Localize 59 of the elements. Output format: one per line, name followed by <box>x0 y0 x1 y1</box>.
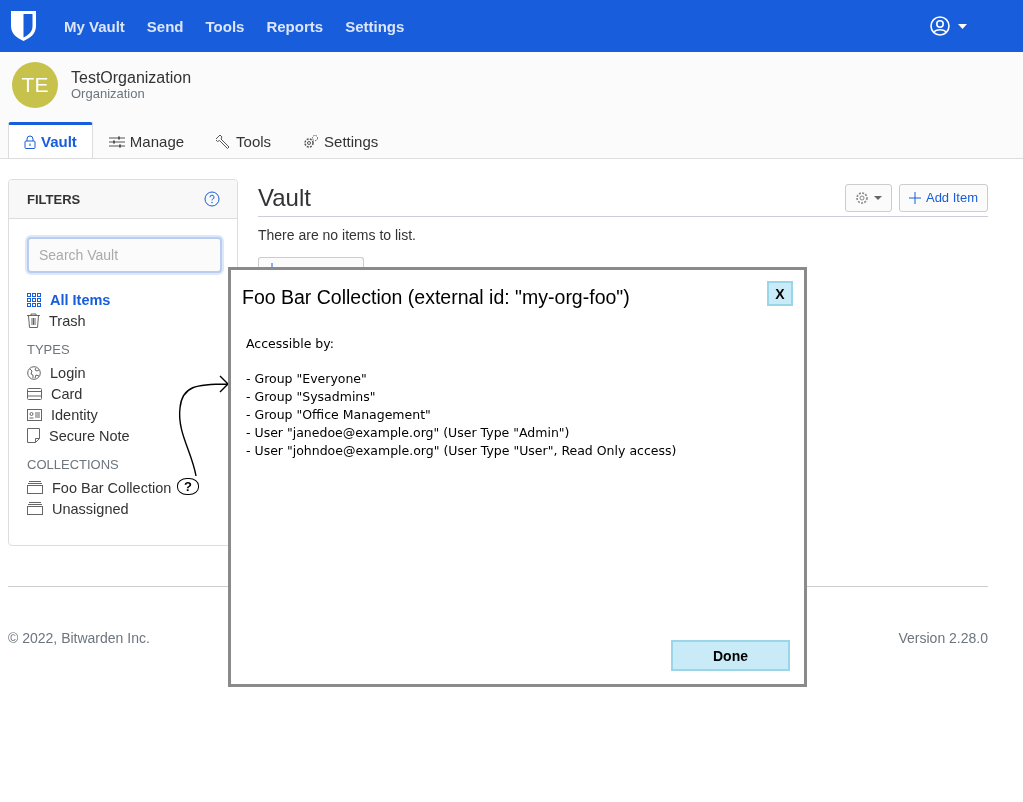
filter-item[interactable]: Unassigned <box>27 498 129 519</box>
gears-icon <box>303 134 320 149</box>
organization-name: TestOrganization <box>71 69 192 87</box>
tab[interactable]: Manage <box>92 122 201 158</box>
question-mark: ? <box>177 478 199 495</box>
tab[interactable]: Settings <box>287 122 395 158</box>
version-text: Version 2.28.0 <box>898 630 988 646</box>
access-entry: - User "johndoe@example.org" (User Type "User", Read Only access) <box>246 442 678 460</box>
note-icon <box>27 428 40 443</box>
filter-item[interactable]: Secure Note <box>27 425 130 446</box>
filter-item[interactable]: Identity <box>27 404 98 425</box>
section-heading: TYPES <box>27 342 71 357</box>
id-card-icon <box>27 408 42 421</box>
filters-title: FILTERS <box>27 191 81 207</box>
caret-icon <box>873 195 882 200</box>
filter-item[interactable]: Card <box>27 383 83 404</box>
trash-icon <box>27 313 40 328</box>
globe-icon <box>27 365 41 380</box>
empty-message: There are no items to list. <box>258 227 417 243</box>
copyright-text: © 2022, Bitwarden Inc. <box>8 630 150 646</box>
tab[interactable]: Tools <box>200 122 288 158</box>
add-item-button[interactable]: Add Item <box>898 183 988 212</box>
nav-link[interactable]: Send <box>146 17 184 35</box>
options-button[interactable] <box>844 183 892 212</box>
dialog-text: Accessible by: <box>246 335 335 353</box>
filter-item[interactable]: Login <box>27 362 86 383</box>
tab[interactable]: Vault <box>8 122 93 158</box>
card-icon <box>27 387 42 400</box>
done-button[interactable]: Done <box>671 640 790 671</box>
filter-item[interactable]: Foo Bar Collection <box>27 477 172 498</box>
nav-link[interactable]: Tools <box>205 17 245 35</box>
section-heading: COLLECTIONS <box>27 457 120 472</box>
account-menu[interactable] <box>930 16 967 36</box>
nav-link[interactable]: Settings <box>345 17 405 35</box>
close-button[interactable]: X <box>767 281 793 306</box>
gear-icon <box>854 190 869 205</box>
organization-label: Organization <box>71 87 146 101</box>
access-entry: - Group "Sysadmins" <box>246 388 377 406</box>
access-entry: - Group "Office Management" <box>246 406 432 424</box>
user-icon <box>930 16 950 36</box>
lock-icon <box>24 134 36 149</box>
help-icon <box>204 191 220 207</box>
access-entry: - Group "Everyone" <box>246 370 368 388</box>
filter-item[interactable]: All Items <box>27 289 111 310</box>
collection-icon <box>27 481 43 494</box>
organization-avatar: TE <box>12 62 58 108</box>
access-entry: - User "janedoe@example.org" (User Type "Admin") <box>246 424 571 442</box>
caret-icon <box>958 23 967 29</box>
filter-item[interactable]: Trash <box>27 310 86 331</box>
logo-icon <box>10 10 37 42</box>
sliders-icon <box>108 135 125 148</box>
nav-link[interactable]: My Vault <box>64 17 125 35</box>
search-field[interactable]: Search Vault <box>27 237 222 273</box>
grid-icon <box>27 292 41 307</box>
page-title: Vault <box>258 183 311 212</box>
collection-icon <box>27 502 43 515</box>
dialog-title: Foo Bar Collection (external id: "my-org-foo") <box>242 286 630 309</box>
wrench-icon <box>216 134 232 149</box>
nav-link[interactable]: Reports <box>266 17 324 35</box>
